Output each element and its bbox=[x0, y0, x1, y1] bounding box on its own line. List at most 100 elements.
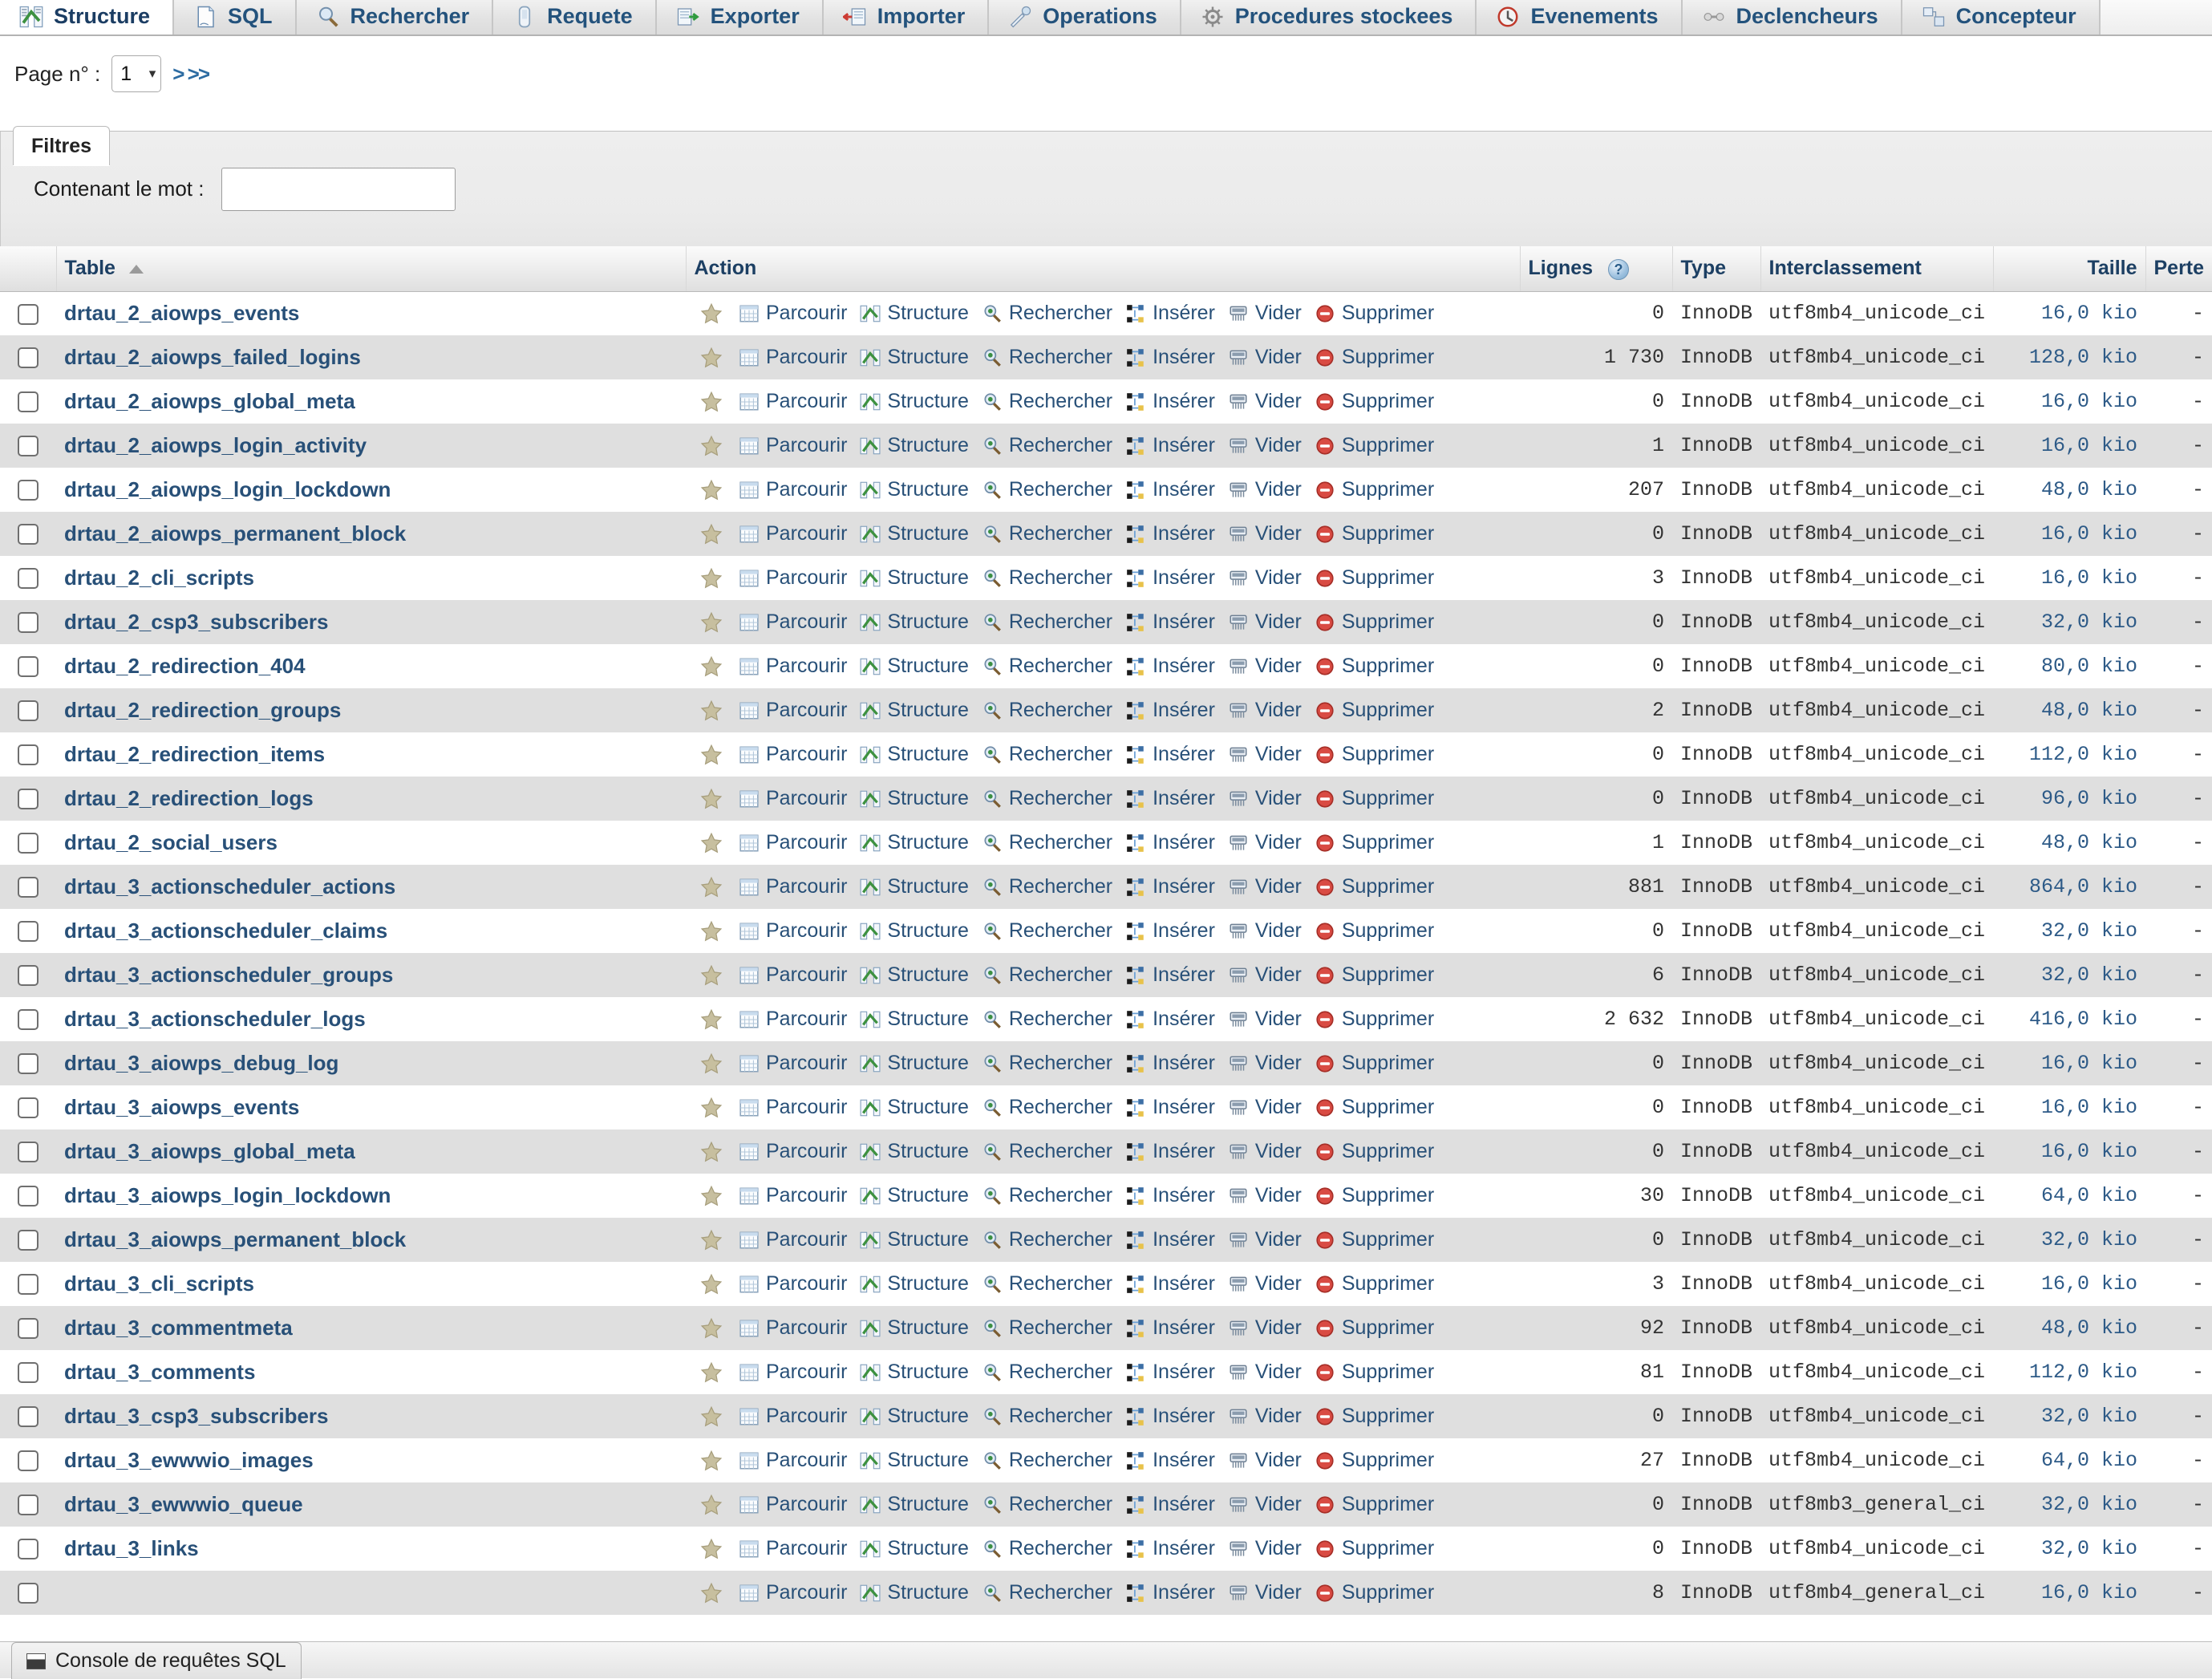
action-drop[interactable]: Supprimer bbox=[1315, 1272, 1434, 1296]
table-name-link[interactable]: drtau_3_aiowps_login_lockdown bbox=[64, 1183, 391, 1207]
action-insert[interactable]: Insérer bbox=[1125, 655, 1215, 678]
tab-sql[interactable]: SQL bbox=[173, 0, 296, 34]
row-checkbox[interactable] bbox=[18, 656, 38, 677]
action-drop[interactable]: Supprimer bbox=[1315, 346, 1434, 369]
action-structure[interactable]: Structure bbox=[860, 390, 968, 413]
filters-legend[interactable]: Filtres bbox=[13, 126, 110, 165]
table-name-link[interactable]: drtau_3_aiowps_events bbox=[64, 1095, 299, 1119]
table-name-link[interactable]: drtau_3_aiowps_permanent_block bbox=[64, 1227, 406, 1251]
action-browse[interactable]: Parcourir bbox=[739, 699, 847, 722]
action-search[interactable]: Rechercher bbox=[982, 1493, 1112, 1516]
row-checkbox[interactable] bbox=[18, 480, 38, 501]
action-search[interactable]: Rechercher bbox=[982, 1140, 1112, 1163]
favorite-star-icon[interactable] bbox=[694, 390, 729, 414]
action-empty[interactable]: Vider bbox=[1228, 390, 1302, 413]
table-name-link[interactable]: drtau_3_ewwwio_images bbox=[64, 1448, 314, 1472]
favorite-star-icon[interactable] bbox=[694, 1316, 729, 1340]
row-checkbox[interactable] bbox=[18, 568, 38, 589]
table-name-link[interactable]: drtau_2_aiowps_failed_logins bbox=[64, 345, 361, 369]
action-structure[interactable]: Structure bbox=[860, 699, 968, 722]
action-structure[interactable]: Structure bbox=[860, 1096, 968, 1119]
favorite-star-icon[interactable] bbox=[694, 1537, 729, 1561]
action-browse[interactable]: Parcourir bbox=[739, 919, 847, 943]
row-checkbox[interactable] bbox=[18, 1362, 38, 1383]
action-insert[interactable]: Insérer bbox=[1125, 1316, 1215, 1340]
action-search[interactable]: Rechercher bbox=[982, 1008, 1112, 1031]
action-empty[interactable]: Vider bbox=[1228, 478, 1302, 501]
action-structure[interactable]: Structure bbox=[860, 1493, 968, 1516]
table-name-link[interactable]: drtau_3_aiowps_debug_log bbox=[64, 1051, 338, 1075]
action-structure[interactable]: Structure bbox=[860, 610, 968, 634]
action-structure[interactable]: Structure bbox=[860, 1228, 968, 1251]
row-checkbox[interactable] bbox=[18, 921, 38, 942]
action-browse[interactable]: Parcourir bbox=[739, 1537, 847, 1560]
action-drop[interactable]: Supprimer bbox=[1315, 1096, 1434, 1119]
action-drop[interactable]: Supprimer bbox=[1315, 478, 1434, 501]
action-structure[interactable]: Structure bbox=[860, 566, 968, 590]
action-search[interactable]: Rechercher bbox=[982, 610, 1112, 634]
row-checkbox[interactable] bbox=[18, 1450, 38, 1471]
next-page-arrows[interactable]: > >> bbox=[172, 62, 209, 87]
action-structure[interactable]: Structure bbox=[860, 1052, 968, 1075]
action-insert[interactable]: Insérer bbox=[1125, 302, 1215, 325]
action-empty[interactable]: Vider bbox=[1228, 1052, 1302, 1075]
tab-concepteur[interactable]: Concepteur bbox=[1902, 0, 2100, 34]
favorite-star-icon[interactable] bbox=[694, 434, 729, 458]
action-structure[interactable]: Structure bbox=[860, 1361, 968, 1384]
action-browse[interactable]: Parcourir bbox=[739, 1140, 847, 1163]
row-checkbox[interactable] bbox=[18, 1097, 38, 1118]
action-search[interactable]: Rechercher bbox=[982, 655, 1112, 678]
action-browse[interactable]: Parcourir bbox=[739, 1361, 847, 1384]
action-drop[interactable]: Supprimer bbox=[1315, 1228, 1434, 1251]
action-empty[interactable]: Vider bbox=[1228, 610, 1302, 634]
tab-declencheurs[interactable]: Declencheurs bbox=[1682, 0, 1902, 34]
favorite-star-icon[interactable] bbox=[694, 478, 729, 502]
action-insert[interactable]: Insérer bbox=[1125, 963, 1215, 987]
action-structure[interactable]: Structure bbox=[860, 919, 968, 943]
favorite-star-icon[interactable] bbox=[694, 1228, 729, 1252]
action-structure[interactable]: Structure bbox=[860, 1008, 968, 1031]
header-type[interactable]: Type bbox=[1672, 246, 1760, 291]
action-structure[interactable]: Structure bbox=[860, 1537, 968, 1560]
table-name-link[interactable]: drtau_2_redirection_groups bbox=[64, 698, 341, 722]
table-name-link[interactable]: drtau_3_commentmeta bbox=[64, 1316, 293, 1340]
action-drop[interactable]: Supprimer bbox=[1315, 1316, 1434, 1340]
action-structure[interactable]: Structure bbox=[860, 346, 968, 369]
action-drop[interactable]: Supprimer bbox=[1315, 875, 1434, 898]
action-insert[interactable]: Insérer bbox=[1125, 1537, 1215, 1560]
action-empty[interactable]: Vider bbox=[1228, 302, 1302, 325]
action-browse[interactable]: Parcourir bbox=[739, 1228, 847, 1251]
row-checkbox[interactable] bbox=[18, 347, 38, 368]
favorite-star-icon[interactable] bbox=[694, 963, 729, 988]
action-search[interactable]: Rechercher bbox=[982, 1184, 1112, 1207]
row-checkbox[interactable] bbox=[18, 789, 38, 809]
action-search[interactable]: Rechercher bbox=[982, 390, 1112, 413]
action-structure[interactable]: Structure bbox=[860, 963, 968, 987]
action-browse[interactable]: Parcourir bbox=[739, 1184, 847, 1207]
action-structure[interactable]: Structure bbox=[860, 1140, 968, 1163]
action-structure[interactable]: Structure bbox=[860, 875, 968, 898]
action-empty[interactable]: Vider bbox=[1228, 566, 1302, 590]
action-empty[interactable]: Vider bbox=[1228, 655, 1302, 678]
header-select-all[interactable] bbox=[0, 246, 56, 291]
action-search[interactable]: Rechercher bbox=[982, 566, 1112, 590]
action-drop[interactable]: Supprimer bbox=[1315, 743, 1434, 766]
action-search[interactable]: Rechercher bbox=[982, 302, 1112, 325]
action-search[interactable]: Rechercher bbox=[982, 875, 1112, 898]
action-browse[interactable]: Parcourir bbox=[739, 787, 847, 810]
action-insert[interactable]: Insérer bbox=[1125, 1228, 1215, 1251]
action-empty[interactable]: Vider bbox=[1228, 1228, 1302, 1251]
action-search[interactable]: Rechercher bbox=[982, 478, 1112, 501]
row-checkbox[interactable] bbox=[18, 700, 38, 721]
action-browse[interactable]: Parcourir bbox=[739, 875, 847, 898]
action-drop[interactable]: Supprimer bbox=[1315, 566, 1434, 590]
tab-exporter[interactable]: Exporter bbox=[656, 0, 823, 34]
row-checkbox[interactable] bbox=[18, 1539, 38, 1559]
table-name-link[interactable]: drtau_3_actionscheduler_logs bbox=[64, 1007, 366, 1031]
table-name-link[interactable]: drtau_3_actionscheduler_actions bbox=[64, 874, 395, 898]
action-drop[interactable]: Supprimer bbox=[1315, 610, 1434, 634]
action-drop[interactable]: Supprimer bbox=[1315, 522, 1434, 545]
action-empty[interactable]: Vider bbox=[1228, 1405, 1302, 1428]
action-insert[interactable]: Insérer bbox=[1125, 478, 1215, 501]
action-browse[interactable]: Parcourir bbox=[739, 1449, 847, 1472]
